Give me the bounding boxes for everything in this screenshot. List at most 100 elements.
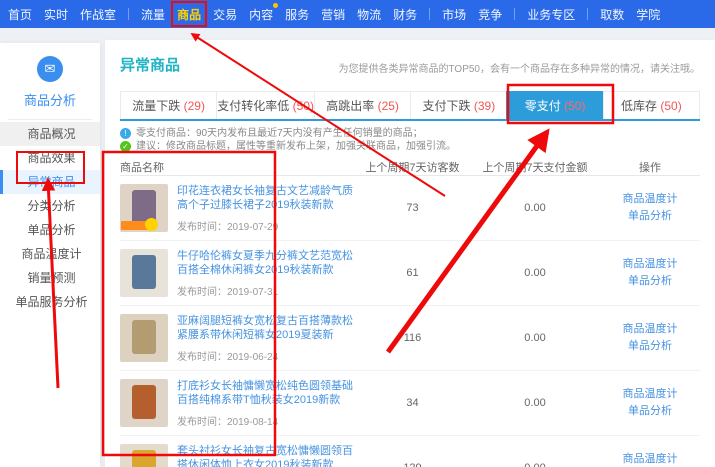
page-title: 异常商品 [120,54,180,75]
tab-traffic-drop[interactable]: 流量下跌 (29) [120,91,216,119]
promo-badge [121,221,151,230]
visitors-value: 73 [355,202,470,214]
nav-item-traffic[interactable]: 流量 [141,6,165,23]
actions-cell: 商品温度计单品分析 [600,451,700,467]
product-image[interactable] [120,444,168,467]
actions-cell: 商品温度计单品分析 [600,386,700,420]
nav-item-finance[interactable]: 财务 [393,6,417,23]
payment-amount-value: 0.00 [470,462,600,467]
garment-shape [132,450,156,467]
tab-count: (25) [378,99,399,113]
top-nav: 首页实时作战室 流量商品交易内容服务营销物流财务 市场竞争 业务专区 取数学院 [0,0,715,28]
sidebar-item-sales-forecast[interactable]: 销量预测 [0,266,100,290]
item-analysis-link[interactable]: 单品分析 [600,403,700,420]
column-header: 上个周期7天支付金额 [470,159,600,175]
product-thermometer-link[interactable]: 商品温度计 [600,191,700,208]
publish-date: 发布时间：2019-07-29 [177,218,355,233]
tab-count: (39) [474,99,495,113]
table-row: 印花连衣裙女长袖复古文艺减龄气质高个子过膝长裙子2019秋装新款发布时间：201… [120,176,700,241]
sidebar-item-product-thermometer[interactable]: 商品温度计 [0,242,100,266]
product-thermometer-link[interactable]: 商品温度计 [600,386,700,403]
payment-amount-value: 0.00 [470,332,600,344]
payment-amount-value: 0.00 [470,267,600,279]
product-title-link[interactable]: 亚麻阔腿短裤女宽松复古百搭薄款松紧腰系带休闲短裤女2019夏装新 [177,314,355,342]
product-thermometer-link[interactable]: 商品温度计 [600,321,700,338]
main-panel: 异常商品 为您提供各类异常商品的TOP50，会有一个商品存在多种异常的情况，请关… [105,40,715,467]
nav-item-realtime[interactable]: 实时 [44,6,68,23]
payment-amount-value: 0.00 [470,397,600,409]
nav-item-data-fetch[interactable]: 取数 [600,6,624,23]
product-cell: 牛仔哈伦裤女夏季九分裤文艺范宽松百搭全棉休闲裤女2019秋装新款发布时间：201… [120,249,355,298]
actions-cell: 商品温度计单品分析 [600,191,700,225]
table-body: 印花连衣裙女长袖复古文艺减龄气质高个子过膝长裙子2019秋装新款发布时间：201… [120,176,700,467]
tab-zero-payment[interactable]: 零支付 (50) [506,91,602,119]
sidebar-title: 商品分析 [0,90,100,109]
item-analysis-link[interactable]: 单品分析 [600,208,700,225]
visitors-value: 61 [355,267,470,279]
publish-date: 发布时间：2019-06-24 [177,348,355,363]
publish-date: 发布时间：2019-08-14 [177,413,355,428]
item-analysis-link[interactable]: 单品分析 [600,338,700,355]
nav-item-product[interactable]: 商品 [177,6,201,23]
product-thermometer-link[interactable]: 商品温度计 [600,256,700,273]
column-header: 上个周期7天访客数 [355,159,470,175]
sidebar: ✉ 商品分析 商品概况商品效果异常商品分类分析单品分析商品温度计销量预测单品服务… [0,43,100,467]
product-info: 牛仔哈伦裤女夏季九分裤文艺范宽松百搭全棉休闲裤女2019秋装新款发布时间：201… [177,249,355,298]
nav-item-war-room[interactable]: 作战室 [80,6,116,23]
notice-text: 零支付商品：90天内发布且最近7天内没有产生任何销量的商品； [136,127,423,140]
nav-item-marketing[interactable]: 营销 [321,6,345,23]
product-cell: 套头衬衫女长袖复古宽松慵懒圆领百搭休闲体恤上衣女2019秋装新款发布时间：201… [120,444,355,467]
tab-bar: 流量下跌 (29)支付转化率低 (50)高跳出率 (25)支付下跌 (39)零支… [120,91,700,121]
nav-item-market[interactable]: 市场 [442,6,466,23]
product-cell: 打底衫女长袖慵懒宽松纯色圆领基础百搭纯棉系带T恤秋装女2019新款发布时间：20… [120,379,355,428]
sidebar-item-product-overview[interactable]: 商品概况 [0,122,100,146]
table-header-row: 商品名称上个周期7天访客数上个周期7天支付金额操作 [120,158,700,176]
product-info: 打底衫女长袖慵懒宽松纯色圆领基础百搭纯棉系带T恤秋装女2019新款发布时间：20… [177,379,355,428]
product-image[interactable] [120,184,168,232]
tab-conversion-low[interactable]: 支付转化率低 (50) [216,91,314,119]
tab-payment-drop[interactable]: 支付下跌 (39) [410,91,506,119]
sidebar-divider [8,119,92,120]
nav-item-service[interactable]: 服务 [285,6,309,23]
check-icon: ✓ [120,141,131,152]
product-info: 套头衬衫女长袖复古宽松慵懒圆领百搭休闲体恤上衣女2019秋装新款发布时间：201… [177,444,355,467]
garment-shape [132,385,156,419]
sidebar-item-abnormal-product[interactable]: 异常商品 [0,170,100,194]
mail-icon: ✉ [37,56,63,82]
app-window: 首页实时作战室 流量商品交易内容服务营销物流财务 市场竞争 业务专区 取数学院 ✉ 商品… [0,0,715,467]
nav-item-academy[interactable]: 学院 [636,6,660,23]
tab-low-stock[interactable]: 低库存 (50) [603,91,700,119]
product-image[interactable] [120,314,168,362]
nav-item-logistics[interactable]: 物流 [357,6,381,23]
nav-item-biz-zone[interactable]: 业务专区 [527,6,575,23]
product-image[interactable] [120,379,168,427]
product-title-link[interactable]: 印花连衣裙女长袖复古文艺减龄气质高个子过膝长裙子2019秋装新款 [177,184,355,212]
sidebar-item-product-effect[interactable]: 商品效果 [0,146,100,170]
notice-text: 建议：修改商品标题，属性等重新发布上架，加强关联商品，加强引流。 [136,140,456,153]
nav-item-competition[interactable]: 竞争 [478,6,502,23]
product-info: 印花连衣裙女长袖复古文艺减龄气质高个子过膝长裙子2019秋装新款发布时间：201… [177,184,355,233]
nav-divider [514,8,515,20]
product-title-link[interactable]: 牛仔哈伦裤女夏季九分裤文艺范宽松百搭全棉休闲裤女2019秋装新款 [177,249,355,277]
item-analysis-link[interactable]: 单品分析 [600,273,700,290]
table-row: 牛仔哈伦裤女夏季九分裤文艺范宽松百搭全棉休闲裤女2019秋装新款发布时间：201… [120,241,700,306]
page-description: 为您提供各类异常商品的TOP50，会有一个商品存在多种异常的情况，请关注哦。 [339,60,701,75]
product-image[interactable] [120,249,168,297]
payment-amount-value: 0.00 [470,202,600,214]
nav-item-home[interactable]: 首页 [8,6,32,23]
nav-item-content[interactable]: 内容 [249,6,273,23]
sidebar-item-item-service-analysis[interactable]: 单品服务分析 [0,290,100,314]
product-title-link[interactable]: 套头衬衫女长袖复古宽松慵懒圆领百搭休闲体恤上衣女2019秋装新款 [177,444,355,467]
tab-bounce-high[interactable]: 高跳出率 (25) [314,91,410,119]
sidebar-menu: 商品概况商品效果异常商品分类分析单品分析商品温度计销量预测单品服务分析 [0,122,100,314]
nav-item-trade[interactable]: 交易 [213,6,237,23]
garment-shape [132,255,156,289]
tab-count: (50) [564,99,585,113]
product-title-link[interactable]: 打底衫女长袖慵懒宽松纯色圆领基础百搭纯棉系带T恤秋装女2019新款 [177,379,355,407]
sidebar-item-item-analysis[interactable]: 单品分析 [0,218,100,242]
sidebar-item-category-analysis[interactable]: 分类分析 [0,194,100,218]
table-row: 套头衬衫女长袖复古宽松慵懒圆领百搭休闲体恤上衣女2019秋装新款发布时间：201… [120,436,700,467]
tab-count: (50) [293,99,314,113]
product-thermometer-link[interactable]: 商品温度计 [600,451,700,467]
product-cell: 亚麻阔腿短裤女宽松复古百搭薄款松紧腰系带休闲短裤女2019夏装新发布时间：201… [120,314,355,363]
